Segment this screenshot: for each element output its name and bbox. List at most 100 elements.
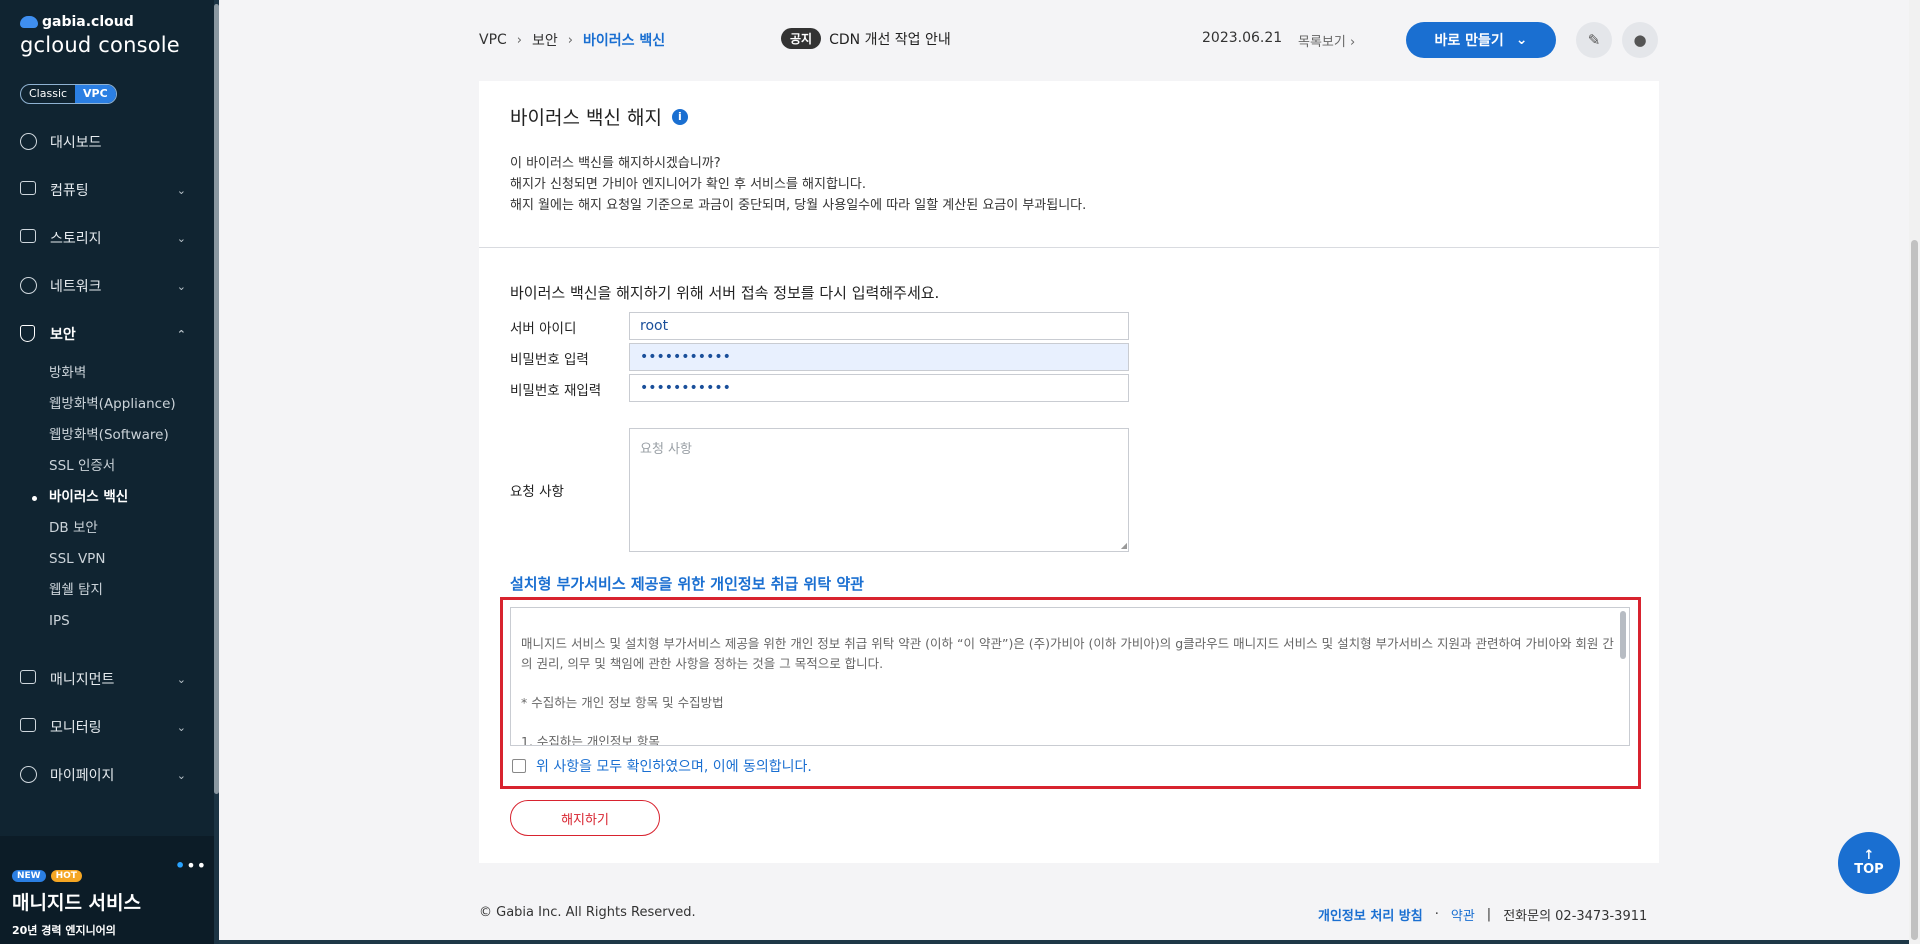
- toggle-vpc[interactable]: VPC: [75, 85, 116, 103]
- agree-label[interactable]: 위 사항을 모두 확인하였으며, 이에 동의합니다.: [536, 756, 812, 776]
- badge-new: NEW: [12, 870, 46, 882]
- sidebar-item-dashboard[interactable]: 대시보드: [0, 118, 214, 166]
- footer-separator: |: [1486, 907, 1492, 922]
- sidebar-item-label: 컴퓨팅: [50, 183, 89, 199]
- sidebar-item-network[interactable]: 네트워크 ⌄: [0, 262, 214, 310]
- terms-scrollbox[interactable]: 매니지드 서비스 및 설치형 부가서비스 제공을 위한 개인 정보 취급 위탁 …: [510, 607, 1630, 746]
- password-confirm-input[interactable]: •••••••••••: [629, 374, 1129, 402]
- sidebar-sub-ssl-cert[interactable]: SSL 인증서: [49, 451, 214, 482]
- cancel-service-button[interactable]: 해지하기: [510, 800, 660, 836]
- sidebar-item-label: 매니지먼트: [50, 672, 115, 688]
- monitoring-icon: [20, 718, 38, 736]
- sidebar-item-computing[interactable]: 컴퓨팅 ⌄: [0, 166, 214, 214]
- request-textarea[interactable]: 요청 사항 ◢: [629, 428, 1129, 552]
- sidebar-item-management[interactable]: 매니지먼트 ⌄: [0, 655, 214, 703]
- promo-title: 매니지드 서비스: [12, 892, 141, 914]
- promo-banner[interactable]: ••• NEW HOT 매니지드 서비스 20년 경력 엔지니어의: [0, 836, 214, 944]
- chevron-right-icon: ›: [1349, 35, 1356, 50]
- brand-top-text: gabia.cloud: [42, 14, 134, 30]
- sidebar-item-monitoring[interactable]: 모니터링 ⌄: [0, 703, 214, 751]
- platform-toggle: Classic VPC: [20, 84, 117, 104]
- sidebar-sub-antivirus[interactable]: 바이러스 백신: [32, 482, 214, 513]
- sidebar-item-storage[interactable]: 스토리지 ⌄: [0, 214, 214, 262]
- shield-icon: [20, 325, 38, 343]
- divider: [479, 247, 1659, 248]
- sidebar-item-label: 모니터링: [50, 720, 102, 736]
- sidebar-item-label: 보안: [50, 327, 76, 343]
- promo-subtitle: 20년 경력 엔지니어의: [12, 924, 116, 937]
- page-scrollbar[interactable]: [1909, 0, 1920, 944]
- terms-link[interactable]: 약관: [1451, 905, 1475, 924]
- password-confirm-label: 비밀번호 재입력: [510, 383, 602, 399]
- dashboard-icon: [20, 133, 38, 151]
- security-submenu: 방화벽 웹방화벽(Appliance) 웹방화벽(Software) SSL 인…: [0, 358, 214, 637]
- cpu-icon: [20, 181, 38, 199]
- server-id-input[interactable]: root: [629, 312, 1129, 340]
- badge-hot: HOT: [50, 870, 82, 882]
- form-intro: 바이러스 백신을 해지하기 위해 서버 접속 정보를 다시 입력해주세요.: [510, 284, 940, 302]
- phone-contact: 전화문의 02-3473-3911: [1503, 909, 1648, 924]
- brand-logo[interactable]: gabia.cloud gcloud console: [20, 14, 180, 57]
- chevron-right-icon: ›: [516, 32, 522, 48]
- password-input[interactable]: •••••••••••: [629, 343, 1129, 371]
- chevron-down-icon: ⌄: [176, 769, 186, 782]
- breadcrumb: VPC › 보안 › 바이러스 백신: [479, 30, 665, 50]
- cloud-icon: [20, 16, 38, 28]
- breadcrumb-security[interactable]: 보안: [532, 30, 558, 50]
- chat-button[interactable]: ✎: [1576, 22, 1612, 58]
- sidebar-sub-waf-appliance[interactable]: 웹방화벽(Appliance): [49, 389, 214, 420]
- chevron-down-icon: ⌄: [176, 721, 186, 734]
- notice-text[interactable]: CDN 개선 작업 안내: [829, 29, 951, 49]
- sidebar-nav: 대시보드 컴퓨팅 ⌄ 스토리지 ⌄ 네트워크 ⌄ 보안 ⌃ 방화벽 웹방화벽(A…: [0, 118, 214, 799]
- notice-banner[interactable]: 공지 CDN 개선 작업 안내: [781, 28, 951, 49]
- sidebar-sub-ips[interactable]: IPS: [49, 606, 214, 637]
- bottom-edge: [219, 940, 1909, 944]
- request-label: 요청 사항: [510, 484, 564, 500]
- top-bar: VPC › 보안 › 바이러스 백신 공지 CDN 개선 작업 안내 2023.…: [219, 0, 1909, 78]
- chevron-up-icon: ⌃: [176, 328, 186, 341]
- profile-button[interactable]: ●: [1622, 22, 1658, 58]
- user-icon: [20, 766, 38, 784]
- cancel-antivirus-card: 바이러스 백신 해지 i 이 바이러스 백신를 해지하시겠습니까? 해지가 신청…: [479, 81, 1659, 863]
- sidebar-item-label: 대시보드: [50, 135, 102, 151]
- scroll-top-button[interactable]: ↑ TOP: [1838, 832, 1900, 894]
- password-label: 비밀번호 입력: [510, 352, 589, 368]
- terms-scrollbar[interactable]: [1620, 611, 1626, 659]
- agree-checkbox[interactable]: [512, 759, 526, 773]
- breadcrumb-vpc[interactable]: VPC: [479, 32, 507, 48]
- sidebar: gabia.cloud gcloud console Classic VPC 대…: [0, 0, 219, 944]
- arrow-up-icon: ↑: [1863, 848, 1875, 863]
- toggle-classic[interactable]: Classic: [21, 85, 75, 103]
- sidebar-sub-waf-software[interactable]: 웹방화벽(Software): [49, 420, 214, 451]
- privacy-policy-link[interactable]: 개인정보 처리 방침: [1318, 905, 1423, 924]
- sidebar-item-label: 마이페이지: [50, 768, 115, 784]
- chevron-down-icon: ⌄: [1515, 32, 1528, 48]
- chevron-down-icon: ⌄: [176, 232, 186, 245]
- sidebar-sub-firewall[interactable]: 방화벽: [49, 358, 214, 389]
- page-title: 바이러스 백신 해지 i: [510, 103, 688, 130]
- user-icon: ●: [1633, 31, 1647, 49]
- carousel-dots[interactable]: •••: [175, 856, 207, 875]
- notice-date: 2023.06.21: [1202, 30, 1283, 46]
- footer-links: 개인정보 처리 방침 · 약관 | 전화문의 02-3473-3911: [1318, 905, 1647, 924]
- sidebar-item-label: 네트워크: [50, 279, 102, 295]
- quick-create-button[interactable]: 바로 만들기 ⌄: [1406, 22, 1556, 58]
- terms-highlight-frame: 매니지드 서비스 및 설치형 부가서비스 제공을 위한 개인 정보 취급 위탁 …: [500, 597, 1641, 789]
- footer-dot: ·: [1434, 907, 1439, 922]
- sidebar-sub-webshell[interactable]: 웹쉘 탐지: [49, 575, 214, 606]
- breadcrumb-current: 바이러스 백신: [582, 33, 666, 49]
- chevron-down-icon: ⌄: [176, 673, 186, 686]
- sidebar-scrollbar[interactable]: [214, 0, 219, 944]
- chevron-down-icon: ⌄: [176, 184, 186, 197]
- chevron-right-icon: ›: [567, 32, 573, 48]
- list-view-link[interactable]: 목록보기 ›: [1298, 31, 1355, 50]
- sidebar-sub-ssl-vpn[interactable]: SSL VPN: [49, 544, 214, 575]
- network-icon: [20, 277, 38, 295]
- sidebar-item-security[interactable]: 보안 ⌃: [0, 310, 214, 358]
- info-icon[interactable]: i: [671, 108, 688, 125]
- sidebar-sub-db-security[interactable]: DB 보안: [49, 513, 214, 544]
- server-id-label: 서버 아이디: [510, 321, 577, 337]
- resize-handle-icon[interactable]: ◢: [1121, 541, 1127, 550]
- agree-row[interactable]: 위 사항을 모두 확인하였으며, 이에 동의합니다.: [512, 756, 812, 776]
- sidebar-item-mypage[interactable]: 마이페이지 ⌄: [0, 751, 214, 799]
